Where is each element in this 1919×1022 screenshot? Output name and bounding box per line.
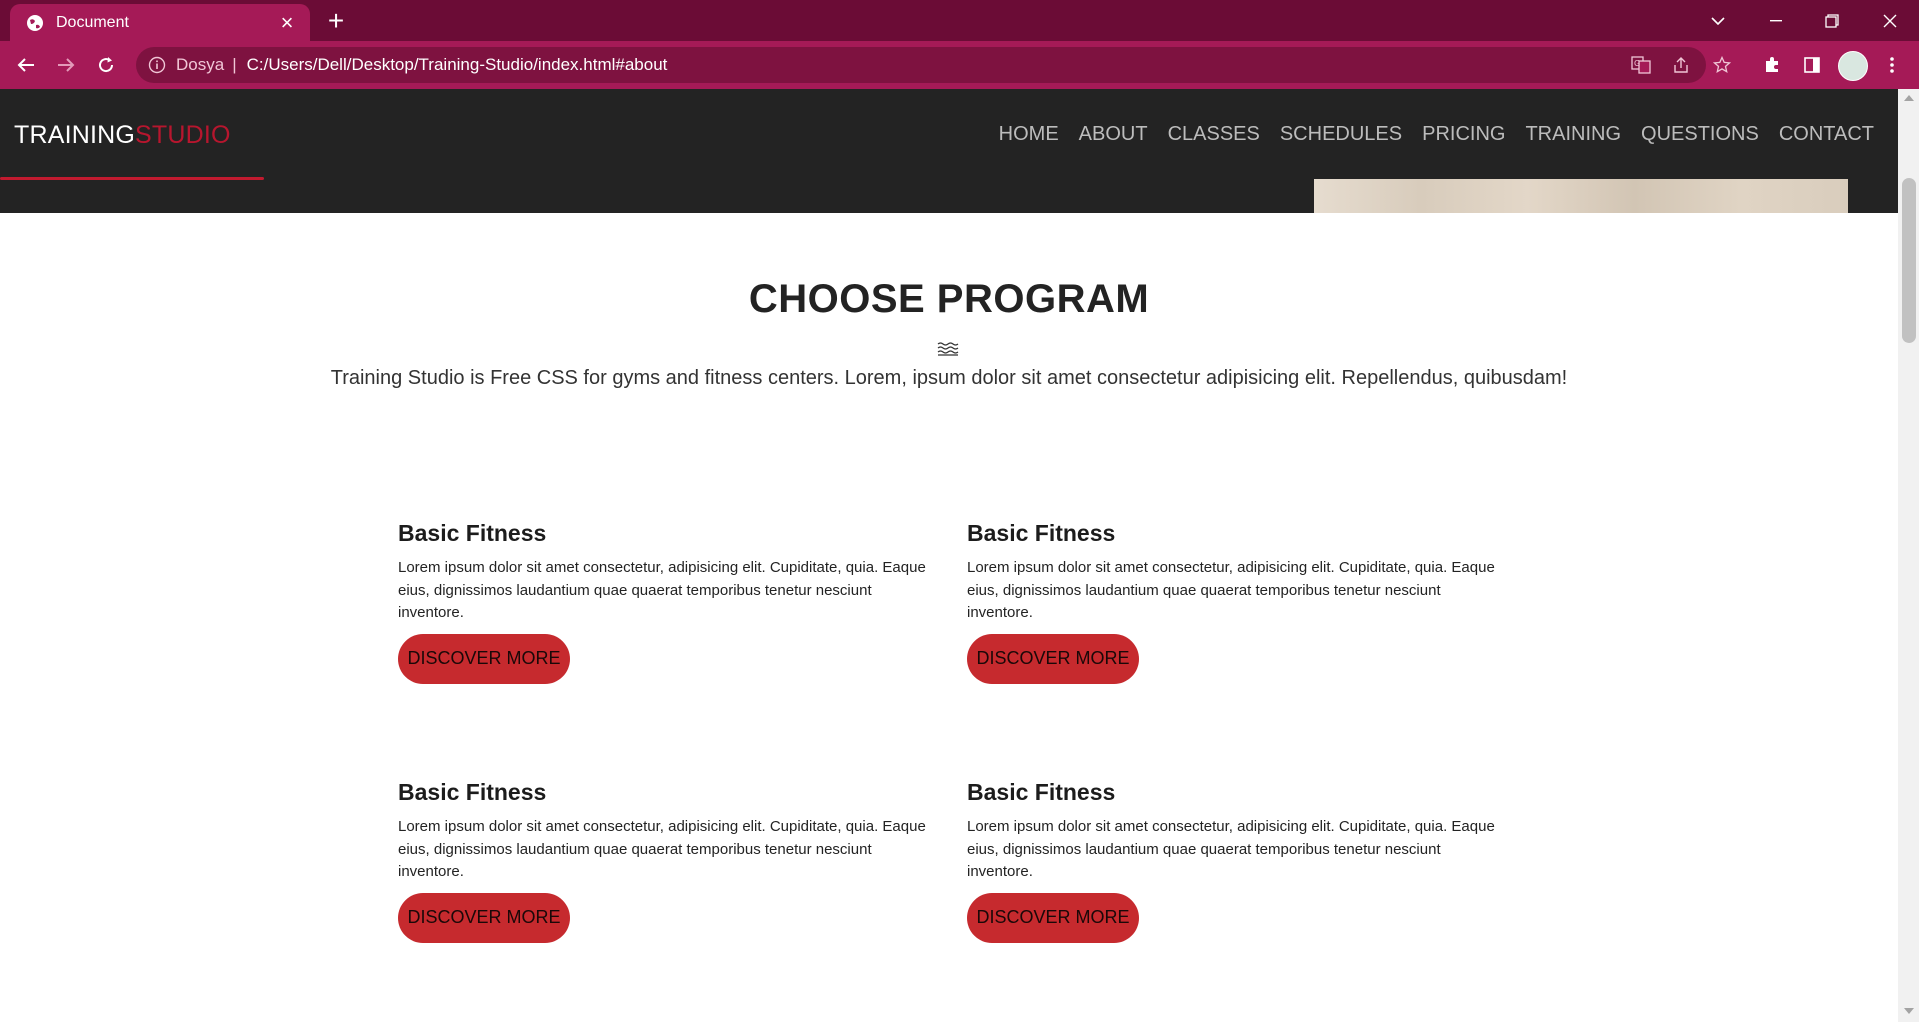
discover-more-button[interactable]: DISCOVER MORE [398,633,570,684]
program-card: Basic Fitness Lorem ipsum dolor sit amet… [398,779,938,943]
svg-text:G: G [1634,59,1640,68]
program-text: Lorem ipsum dolor sit amet consectetur, … [967,559,1495,621]
restore-icon[interactable] [1804,0,1860,41]
discover-more-button[interactable]: DISCOVER MORE [967,633,1139,684]
waves-divider-icon [937,342,959,356]
nav-schedules[interactable]: SCHEDULES [1280,123,1402,146]
program-title: Basic Fitness [967,779,1116,805]
section-description: Training Studio is Free CSS for gyms and… [330,367,1568,389]
site-logo[interactable]: TRAININGSTUDIO [14,121,231,150]
logo-underline [0,177,264,180]
translate-icon[interactable]: G [1625,49,1657,81]
program-title: Basic Fitness [398,779,547,805]
program-card: Basic Fitness Lorem ipsum dolor sit amet… [967,779,1507,943]
browser-toolbar: Dosya | C:/Users/Dell/Desktop/Training-S… [0,41,1919,89]
profile-avatar[interactable] [1838,51,1868,81]
forward-arrow-icon[interactable] [50,49,82,81]
globe-icon [26,14,44,32]
address-url[interactable]: C:/Users/Dell/Desktop/Training-Studio/in… [247,55,668,75]
share-icon[interactable] [1665,49,1697,81]
logo-studio: STUDIO [135,121,231,149]
address-separator: | [232,55,237,74]
side-panel-icon[interactable] [1796,49,1828,81]
discover-more-button[interactable]: DISCOVER MORE [967,892,1139,943]
bookmark-star-icon[interactable] [1706,49,1738,81]
program-text: Lorem ipsum dolor sit amet consectetur, … [398,559,926,621]
logo-training: TRAINING [14,121,136,149]
main-nav: HOME ABOUT CLASSES SCHEDULES PRICING TRA… [999,123,1874,146]
minimize-icon[interactable] [1748,0,1804,41]
extensions-puzzle-icon[interactable] [1756,49,1788,81]
hero-image-partial [1314,179,1848,213]
nav-pricing[interactable]: PRICING [1422,123,1505,146]
address-bar[interactable]: Dosya | C:/Users/Dell/Desktop/Training-S… [136,47,1706,83]
scrollbar-thumb[interactable] [1902,178,1916,343]
site-header: TRAININGSTUDIO HOME ABOUT CLASSES SCHEDU… [0,89,1898,213]
tab-title: Document [56,13,129,31]
nav-about[interactable]: ABOUT [1079,123,1148,146]
new-tab-button[interactable]: + [323,7,349,35]
menu-kebab-icon[interactable] [1876,49,1908,81]
nav-training[interactable]: TRAINING [1525,123,1621,146]
address-site-label: Dosya [176,55,225,74]
browser-tab[interactable]: Document × [10,4,310,41]
close-window-icon[interactable] [1862,0,1918,41]
close-tab-icon[interactable]: × [274,10,300,36]
scroll-up-arrow-icon[interactable] [1904,95,1914,101]
back-arrow-icon[interactable] [10,49,42,81]
program-card: Basic Fitness Lorem ipsum dolor sit amet… [967,520,1507,684]
program-text: Lorem ipsum dolor sit amet consectetur, … [967,818,1495,880]
program-title: Basic Fitness [398,520,547,546]
tab-search-chevron-icon[interactable] [1690,0,1746,41]
program-title: Basic Fitness [967,520,1116,546]
program-text: Lorem ipsum dolor sit amet consectetur, … [398,818,926,880]
section-title: CHOOSE PROGRAM [748,277,1150,321]
nav-questions[interactable]: QUESTIONS [1641,123,1759,146]
discover-more-button[interactable]: DISCOVER MORE [398,892,570,943]
nav-classes[interactable]: CLASSES [1168,123,1260,146]
browser-titlebar: Document × + [0,0,1919,41]
reload-icon[interactable] [90,49,122,81]
program-card: Basic Fitness Lorem ipsum dolor sit amet… [398,520,938,684]
info-icon[interactable] [148,56,166,74]
page-viewport: TRAININGSTUDIO HOME ABOUT CLASSES SCHEDU… [0,89,1898,1022]
scroll-down-arrow-icon[interactable] [1904,1008,1914,1014]
nav-contact[interactable]: CONTACT [1779,123,1874,146]
nav-home[interactable]: HOME [999,123,1059,146]
